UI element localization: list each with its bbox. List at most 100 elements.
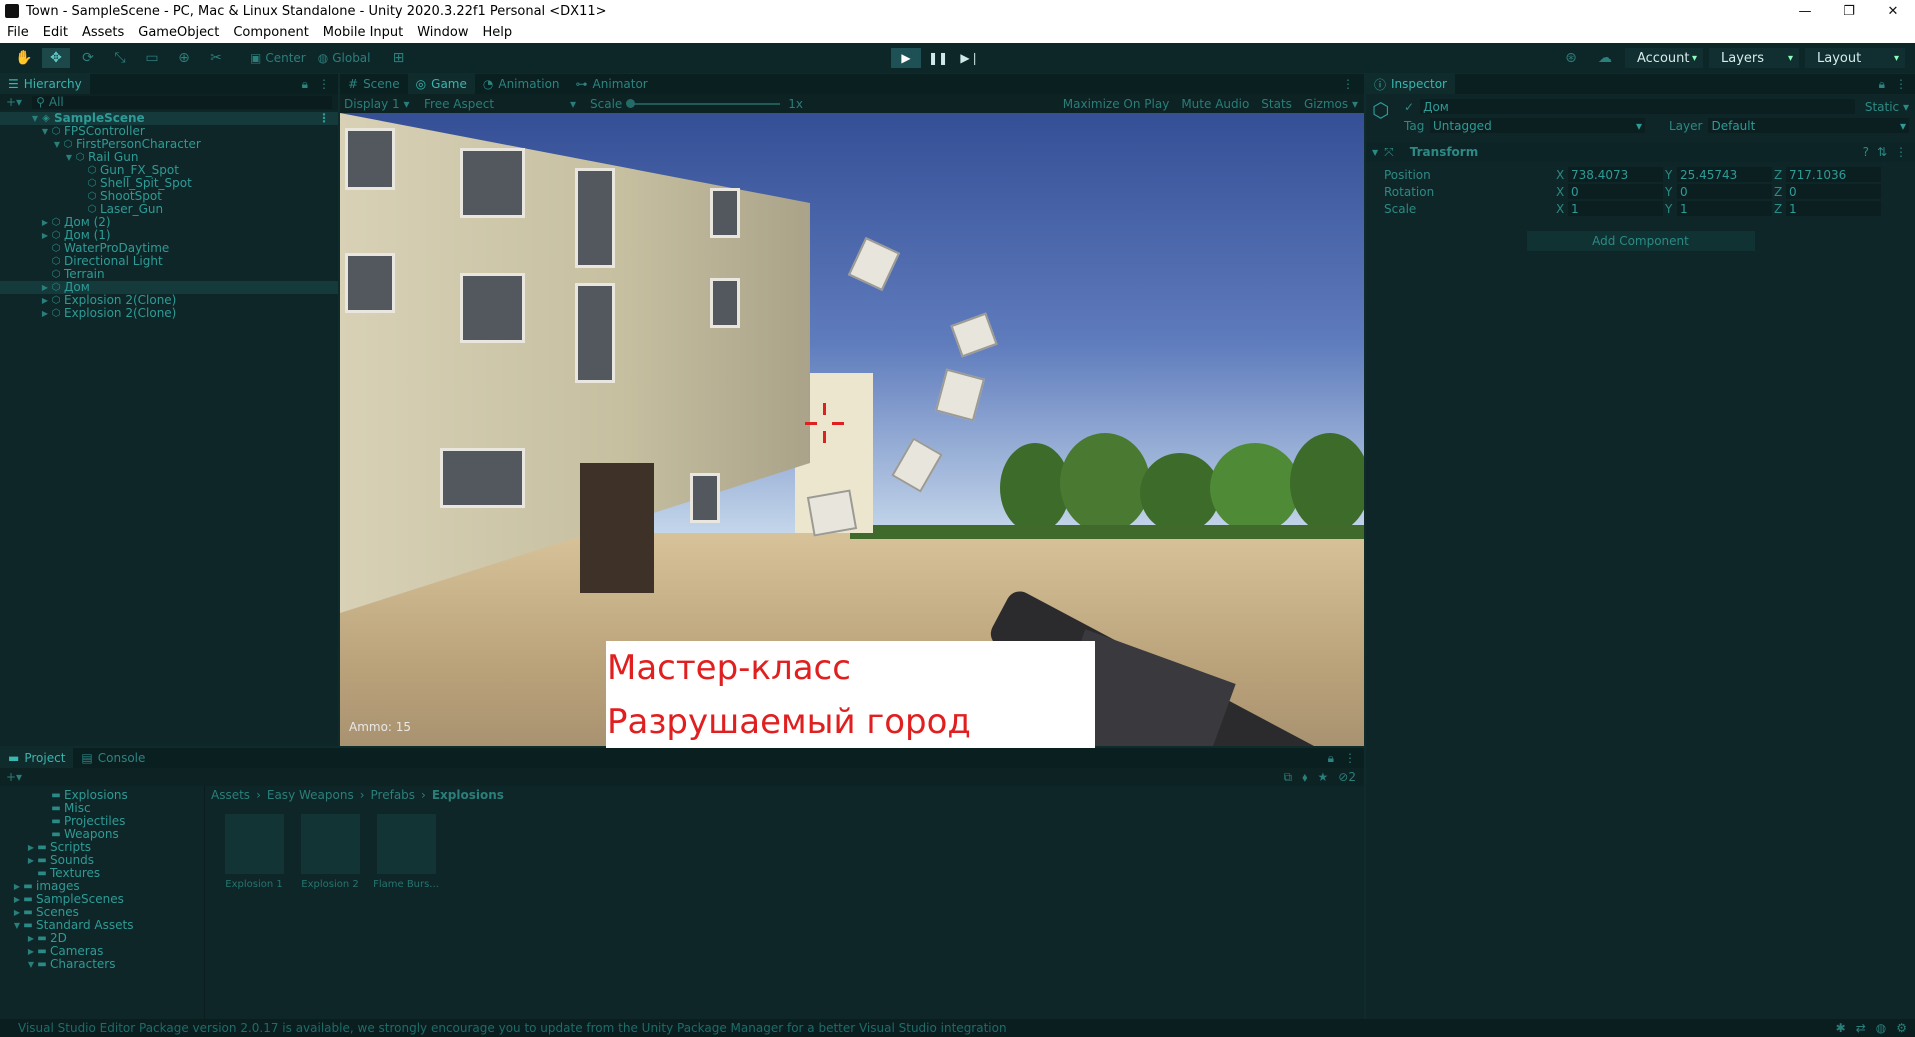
- help-icon[interactable]: ?: [1863, 145, 1869, 159]
- hierarchy-item[interactable]: ▶ ⬡ Explosion 2(Clone): [0, 307, 338, 320]
- inspector-lock-icon[interactable]: 🔒︎: [1879, 77, 1885, 92]
- expand-arrow-icon[interactable]: ▶: [40, 281, 50, 294]
- axis-label-x[interactable]: X: [1556, 185, 1568, 199]
- hidden-packages-icon[interactable]: ⊘2: [1338, 770, 1356, 784]
- mute-audio-toggle[interactable]: Mute Audio: [1175, 97, 1255, 111]
- menu-gameobject[interactable]: GameObject: [131, 25, 226, 40]
- tab-inspector[interactable]: ⓘ Inspector: [1366, 74, 1455, 94]
- layer-dropdown[interactable]: Default ▾: [1708, 118, 1909, 133]
- expand-arrow-icon[interactable]: ▼: [30, 112, 40, 125]
- menu-file[interactable]: File: [0, 25, 36, 40]
- expand-arrow-icon[interactable]: ▶: [40, 216, 50, 229]
- expand-arrow-icon[interactable]: ▶: [26, 945, 36, 958]
- transform-x-field[interactable]: 0: [1568, 184, 1663, 199]
- step-button[interactable]: ▶❘: [955, 48, 985, 68]
- transform-z-field[interactable]: 0: [1786, 184, 1881, 199]
- tab-scene[interactable]: # Scene: [340, 74, 408, 94]
- project-folder-item[interactable]: ▼ ▬ Characters: [0, 958, 204, 971]
- custom-tool-icon[interactable]: ✂: [202, 48, 230, 68]
- tag-dropdown[interactable]: Untagged ▾: [1430, 118, 1645, 133]
- axis-label-z[interactable]: Z: [1774, 202, 1786, 216]
- project-folder-item[interactable]: ▬ Textures: [0, 867, 204, 880]
- expand-arrow-icon[interactable]: ▶: [12, 906, 22, 919]
- layers-dropdown[interactable]: Layers: [1709, 48, 1799, 68]
- project-folder-item[interactable]: ▶ ▬ Scripts: [0, 841, 204, 854]
- move-tool-icon[interactable]: ✥: [42, 48, 70, 68]
- menu-assets[interactable]: Assets: [75, 25, 131, 40]
- expand-arrow-icon[interactable]: ▼: [64, 151, 74, 164]
- hierarchy-item[interactable]: ⬡ ShootSpot: [0, 190, 338, 203]
- scale-slider-knob[interactable]: [626, 98, 636, 108]
- menu-mobile-input[interactable]: Mobile Input: [316, 25, 410, 40]
- tab-animation[interactable]: ◔ Animation: [475, 74, 568, 94]
- hierarchy-item[interactable]: ⬡ Shell_Spit_Spot: [0, 177, 338, 190]
- pause-button[interactable]: ❚❚: [923, 48, 953, 68]
- hand-tool-icon[interactable]: ✋: [10, 48, 38, 68]
- axis-label-y[interactable]: Y: [1665, 202, 1677, 216]
- tab-game[interactable]: ◎ Game: [407, 74, 475, 94]
- project-folder-item[interactable]: ▬ Explosions: [0, 789, 204, 802]
- project-folder-item[interactable]: ▶ ▬ Sounds: [0, 854, 204, 867]
- expand-arrow-icon[interactable]: ▶: [12, 880, 22, 893]
- transform-x-field[interactable]: 1: [1568, 201, 1663, 216]
- tab-animator[interactable]: ⊶ Animator: [568, 74, 656, 94]
- transform-x-field[interactable]: 738.4073: [1568, 167, 1663, 182]
- favorite-icon[interactable]: ★: [1318, 770, 1329, 784]
- hierarchy-item[interactable]: ▶ ⬡ Дом (1): [0, 229, 338, 242]
- active-checkbox[interactable]: ✓: [1404, 100, 1414, 114]
- foldout-arrow-icon[interactable]: ▼: [1372, 148, 1378, 157]
- breadcrumb-item[interactable]: Easy Weapons: [267, 788, 354, 804]
- aspect-dropdown[interactable]: Free Aspect ▾: [424, 97, 584, 111]
- network-icon[interactable]: ⇄: [1856, 1021, 1866, 1035]
- asset-item[interactable]: Explosion 1: [221, 814, 287, 890]
- minimize-button[interactable]: —: [1783, 0, 1827, 22]
- maximize-on-play-toggle[interactable]: Maximize On Play: [1057, 97, 1176, 111]
- menu-help[interactable]: Help: [476, 25, 520, 40]
- display-dropdown[interactable]: Display 1 ▾: [344, 97, 424, 111]
- menu-edit[interactable]: Edit: [36, 25, 75, 40]
- expand-arrow-icon[interactable]: ▶: [26, 854, 36, 867]
- transform-z-field[interactable]: 717.1036: [1786, 167, 1881, 182]
- restore-button[interactable]: ❐: [1827, 0, 1871, 22]
- expand-arrow-icon[interactable]: ▶: [26, 841, 36, 854]
- scale-tool-icon[interactable]: ⤡: [106, 48, 134, 68]
- asset-item[interactable]: Explosion 2: [297, 814, 363, 890]
- space-toggle[interactable]: ◍ Global: [312, 51, 377, 65]
- expand-arrow-icon[interactable]: ▶: [40, 307, 50, 320]
- rotate-tool-icon[interactable]: ⟳: [74, 48, 102, 68]
- close-button[interactable]: ✕: [1871, 0, 1915, 22]
- object-name-input[interactable]: Дом: [1420, 99, 1855, 114]
- axis-label-y[interactable]: Y: [1665, 168, 1677, 182]
- expand-arrow-icon[interactable]: ▶: [12, 893, 22, 906]
- expand-arrow-icon[interactable]: ▶: [40, 294, 50, 307]
- transform-y-field[interactable]: 1: [1677, 201, 1772, 216]
- axis-label-x[interactable]: X: [1556, 168, 1568, 182]
- search-by-type-icon[interactable]: ⧉: [1284, 770, 1293, 785]
- axis-label-x[interactable]: X: [1556, 202, 1568, 216]
- inspector-kebab-icon[interactable]: ⋮: [1895, 77, 1907, 91]
- progress-icon[interactable]: ◍: [1876, 1021, 1886, 1035]
- expand-arrow-icon[interactable]: ▼: [52, 138, 62, 151]
- hierarchy-item[interactable]: ▼ ⬡ FirstPersonCharacter: [0, 138, 338, 151]
- add-icon[interactable]: +▾: [6, 95, 22, 109]
- bug-icon[interactable]: ✱: [1836, 1021, 1846, 1035]
- tab-hierarchy[interactable]: ☰ Hierarchy: [0, 74, 90, 94]
- collab-icon[interactable]: ⊛: [1557, 48, 1585, 68]
- transform-tool-icon[interactable]: ⊕: [170, 48, 198, 68]
- project-folder-item[interactable]: ▼ ▬ Standard Assets: [0, 919, 204, 932]
- axis-label-z[interactable]: Z: [1774, 185, 1786, 199]
- breadcrumb-item[interactable]: Assets: [211, 788, 250, 804]
- hierarchy-item[interactable]: ⬡ Laser_Gun: [0, 203, 338, 216]
- scene-menu-icon[interactable]: ⋮: [318, 112, 330, 125]
- lock-icon[interactable]: 🔒︎: [302, 77, 308, 92]
- component-menu-icon[interactable]: ⋮: [1895, 145, 1907, 159]
- scale-slider[interactable]: [626, 98, 781, 108]
- project-folder-item[interactable]: ▶ ▬ SampleScenes: [0, 893, 204, 906]
- tab-project[interactable]: ▬ Project: [0, 748, 74, 768]
- project-folder-item[interactable]: ▬ Weapons: [0, 828, 204, 841]
- breadcrumb-item[interactable]: Prefabs: [371, 788, 416, 804]
- status-message[interactable]: Visual Studio Editor Package version 2.0…: [18, 1021, 1007, 1035]
- menu-window[interactable]: Window: [410, 25, 475, 40]
- project-lock-icon[interactable]: 🔒︎: [1328, 751, 1334, 766]
- hierarchy-item[interactable]: ▶ ⬡ Дом (2): [0, 216, 338, 229]
